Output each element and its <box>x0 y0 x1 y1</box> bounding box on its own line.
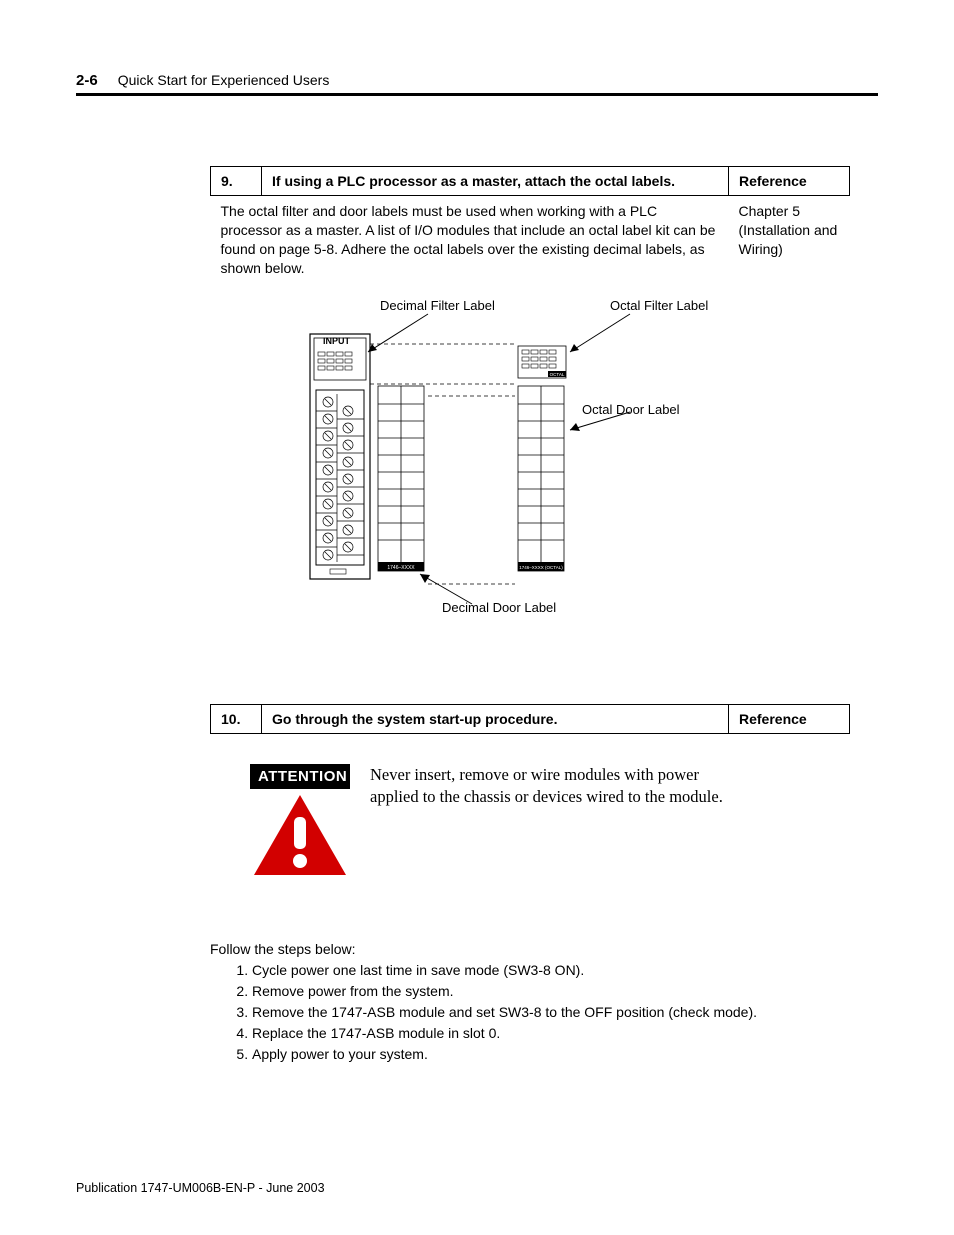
attention-badge: ATTENTION <box>250 764 350 789</box>
decimal-door-label: Decimal Door Label <box>442 600 556 615</box>
step-item: Cycle power one last time in save mode (… <box>252 961 850 979</box>
header-title: Quick Start for Experienced Users <box>118 72 330 88</box>
step-10-table: 10. Go through the system start-up proce… <box>210 704 850 734</box>
page-number: 2-6 <box>76 72 98 89</box>
attention-box: ATTENTION Never insert, remove or wire m… <box>250 764 850 881</box>
svg-text:1746–XXXX: 1746–XXXX <box>387 565 415 571</box>
step-9-title: If using a PLC processor as a master, at… <box>262 167 729 196</box>
label-diagram: 1746–XXXX 1746–XXXX (OCTAL) <box>210 304 850 644</box>
step-item: Apply power to your system. <box>252 1045 850 1063</box>
warning-icon <box>250 791 350 881</box>
step-9-table: 9. If using a PLC processor as a master,… <box>210 166 850 284</box>
octal-door-label: Octal Door Label <box>582 402 680 417</box>
follow-intro: Follow the steps below: <box>210 941 850 957</box>
step-10-title: Go through the system start-up procedure… <box>262 704 729 733</box>
svg-text:1746–XXXX (OCTAL): 1746–XXXX (OCTAL) <box>519 565 563 570</box>
step-item: Replace the 1747-ASB module in slot 0. <box>252 1024 850 1042</box>
svg-text:OCTAL: OCTAL <box>550 372 565 377</box>
input-tag: INPUT <box>323 336 350 346</box>
step-9-reference: Chapter 5 (Installation and Wiring) <box>729 196 850 284</box>
step-item: Remove power from the system. <box>252 982 850 1000</box>
step-9-number: 9. <box>211 167 262 196</box>
attention-text: Never insert, remove or wire modules wit… <box>370 764 750 881</box>
page-header: 2-6 Quick Start for Experienced Users <box>76 72 878 96</box>
decimal-filter-label: Decimal Filter Label <box>380 298 495 313</box>
step-9-ref-header: Reference <box>729 167 850 196</box>
octal-filter-label: Octal Filter Label <box>610 298 708 313</box>
step-10-ref-header: Reference <box>729 704 850 733</box>
footer-publication: Publication 1747-UM006B-EN-P - June 2003 <box>76 1181 325 1195</box>
steps-list: Cycle power one last time in save mode (… <box>224 961 850 1064</box>
step-10-number: 10. <box>211 704 262 733</box>
step-9-description: The octal filter and door labels must be… <box>211 196 729 284</box>
step-item: Remove the 1747-ASB module and set SW3-8… <box>252 1003 850 1021</box>
